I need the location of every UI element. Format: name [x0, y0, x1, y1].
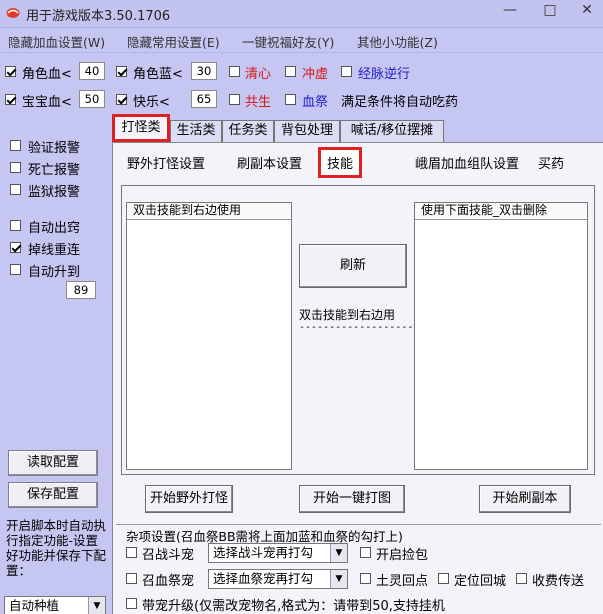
- auto-run-select-value: 自动种植: [9, 598, 60, 613]
- fixed-return-label: 定位回城: [454, 574, 507, 589]
- pet-hp-checkbox[interactable]: [5, 94, 16, 105]
- menu-hide-heal-settings[interactable]: 隐藏加血设置(W): [8, 32, 105, 51]
- death-alarm-label: 死亡报警: [28, 163, 81, 178]
- chevron-down-icon[interactable]: ▼: [88, 597, 105, 614]
- summon-fight-checkbox[interactable]: [126, 547, 137, 558]
- qingxin-label: 清心: [245, 67, 272, 82]
- subtab-dungeon[interactable]: 刷副本设置: [237, 153, 302, 172]
- pet-upgrade-checkbox[interactable]: [126, 598, 137, 609]
- auto-level-checkbox[interactable]: [10, 264, 21, 275]
- blood-pet-select[interactable]: 选择血祭宠再打勾 ▼: [208, 569, 348, 589]
- gongsheng-checkbox[interactable]: [229, 94, 240, 105]
- subtab-field-combat[interactable]: 野外打怪设置: [127, 153, 205, 172]
- fixed-return-checkbox[interactable]: [438, 573, 449, 584]
- summon-blood-checkbox[interactable]: [126, 573, 137, 584]
- tab-combat[interactable]: 打怪类: [112, 114, 170, 142]
- jail-alarm-checkbox[interactable]: [10, 184, 21, 195]
- left-panel: 验证报警 死亡报警 监狱报警 自动出窍 掉线重连 自动升到 89 读取配置 保存…: [0, 114, 110, 614]
- reconnect-label: 掉线重连: [28, 243, 81, 258]
- pet-hp-threshold-input[interactable]: 50: [79, 90, 105, 108]
- potion-options: 角色血< 40 角色蓝< 30 清心 冲虚 经脉逆行 宝宝血< 50 快乐< 6…: [0, 54, 603, 114]
- auto-run-select[interactable]: 自动种植 ▼: [4, 596, 106, 614]
- auto-leave-checkbox[interactable]: [10, 220, 21, 231]
- subtab-skills[interactable]: 技能: [318, 147, 363, 178]
- happy-label: 快乐<: [133, 95, 170, 110]
- auto-leave-label: 自动出窍: [28, 221, 81, 236]
- tab-quest[interactable]: 任务类: [222, 120, 274, 142]
- skills-hint: 双击技能到右边用: [299, 308, 396, 322]
- used-skills-header: 使用下面技能_双击删除: [415, 203, 587, 220]
- menu-other-tools[interactable]: 其他小功能(Z): [357, 32, 438, 51]
- pet-upgrade-label: 带宠升级(仅需改宠物名,格式为：请带到50,支持挂机: [142, 599, 445, 614]
- blood-pet-select-value: 选择血祭宠再打勾: [213, 571, 314, 586]
- refresh-button[interactable]: 刷新: [299, 244, 407, 288]
- auto-run-note: 开启脚本时自动执行指定功能-设置好功能并保存下配置：: [6, 518, 107, 578]
- skills-area: 双击技能到右边使用 刷新 双击技能到右边用 ------------------…: [121, 185, 595, 475]
- mp-label: 角色蓝<: [133, 67, 183, 82]
- fight-pet-select-value: 选择战斗宠再打勾: [213, 545, 314, 560]
- earth-return-label: 土灵回点: [376, 574, 429, 589]
- collect-fee-label: 收费传送: [532, 574, 585, 589]
- title-bar: 用于游戏版本3.50.1706 — □ ✕: [0, 0, 603, 28]
- chongxu-label: 冲虚: [302, 67, 329, 82]
- tab-bag[interactable]: 背包处理: [274, 120, 340, 142]
- arrow-indicator: ------------------->>: [299, 322, 426, 333]
- xueji-label: 血祭: [302, 95, 329, 110]
- verify-alarm-checkbox[interactable]: [10, 140, 21, 151]
- pet-hp-label: 宝宝血<: [22, 95, 72, 110]
- start-one-click-button[interactable]: 开始一键打图: [299, 485, 405, 513]
- start-field-combat-button[interactable]: 开始野外打怪: [145, 485, 233, 513]
- fight-pet-select[interactable]: 选择战斗宠再打勾 ▼: [208, 543, 348, 563]
- auto-level-input[interactable]: 89: [66, 281, 96, 299]
- chongxu-checkbox[interactable]: [285, 66, 296, 77]
- mp-threshold-input[interactable]: 30: [191, 62, 217, 80]
- hp-label: 角色血<: [22, 67, 72, 82]
- start-dungeon-button[interactable]: 开始刷副本: [479, 485, 571, 513]
- close-button[interactable]: ✕: [572, 0, 602, 20]
- main-window: 用于游戏版本3.50.1706 — □ ✕ 隐藏加血设置(W) 隐藏常用设置(E…: [0, 0, 603, 614]
- minimize-button[interactable]: —: [495, 0, 525, 20]
- pickup-checkbox[interactable]: [360, 547, 371, 558]
- auto-potion-note: 满足条件将自动吃药: [341, 95, 459, 110]
- read-config-button[interactable]: 读取配置: [8, 450, 98, 476]
- pickup-label: 开启捡包: [376, 548, 429, 563]
- available-skills-list[interactable]: 双击技能到右边使用: [126, 202, 292, 470]
- menu-bless-friends[interactable]: 一键祝福好友(Y): [242, 32, 334, 51]
- subtab-buy-potion[interactable]: 买药: [538, 153, 564, 172]
- death-alarm-checkbox[interactable]: [10, 162, 21, 173]
- app-logo-icon: [6, 8, 20, 18]
- hp-threshold-input[interactable]: 40: [79, 62, 105, 80]
- summon-fight-label: 召战斗宠: [142, 548, 195, 563]
- jingmai-checkbox[interactable]: [341, 66, 352, 77]
- used-skills-list[interactable]: 使用下面技能_双击删除: [414, 202, 588, 470]
- earth-return-checkbox[interactable]: [360, 573, 371, 584]
- mp-checkbox[interactable]: [116, 66, 127, 77]
- happy-checkbox[interactable]: [116, 94, 127, 105]
- chevron-down-icon[interactable]: ▼: [330, 544, 347, 562]
- xueji-checkbox[interactable]: [285, 94, 296, 105]
- available-skills-header: 双击技能到右边使用: [127, 203, 291, 220]
- subtab-team[interactable]: 组队设置: [467, 153, 519, 172]
- summon-blood-label: 召血祭宠: [142, 574, 195, 589]
- save-config-button[interactable]: 保存配置: [8, 482, 98, 508]
- verify-alarm-label: 验证报警: [28, 141, 81, 156]
- maximize-button[interactable]: □: [535, 0, 565, 20]
- gongsheng-label: 共生: [245, 95, 272, 110]
- misc-settings: 杂项设置(召血祭BB需将上面加蓝和血祭的勾打上) 召战斗宠 选择战斗宠再打勾 ▼…: [116, 524, 601, 614]
- jail-alarm-label: 监狱报警: [28, 185, 81, 200]
- chevron-down-icon[interactable]: ▼: [330, 570, 347, 588]
- menu-bar: 隐藏加血设置(W) 隐藏常用设置(E) 一键祝福好友(Y) 其他小功能(Z): [0, 28, 603, 53]
- tab-life[interactable]: 生活类: [170, 120, 222, 142]
- jingmai-label: 经脉逆行: [358, 67, 411, 82]
- auto-level-label: 自动升到: [28, 265, 81, 280]
- subtab-emei-heal[interactable]: 峨眉加血: [415, 153, 467, 172]
- tab-shout-stall[interactable]: 喊话/移位摆摊: [340, 120, 444, 142]
- reconnect-checkbox[interactable]: [10, 242, 21, 253]
- menu-hide-common-settings[interactable]: 隐藏常用设置(E): [127, 32, 220, 51]
- qingxin-checkbox[interactable]: [229, 66, 240, 77]
- collect-fee-checkbox[interactable]: [516, 573, 527, 584]
- happy-threshold-input[interactable]: 65: [191, 90, 217, 108]
- hp-checkbox[interactable]: [5, 66, 16, 77]
- window-title: 用于游戏版本3.50.1706: [26, 9, 171, 24]
